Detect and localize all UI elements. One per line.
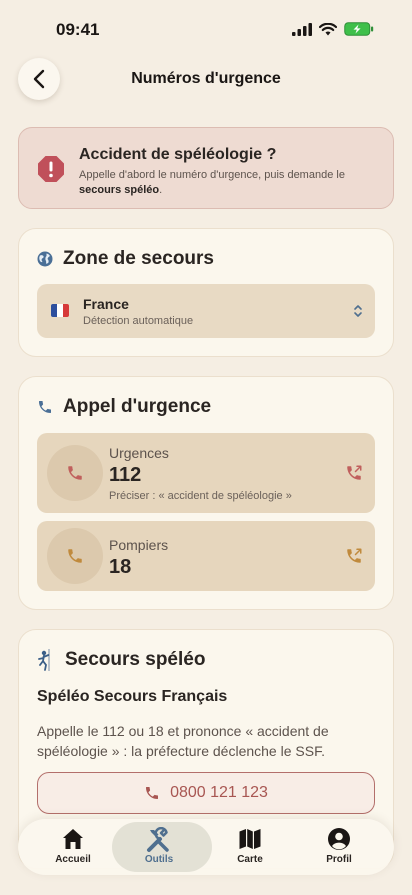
- chevron-up-down-icon: [354, 305, 362, 317]
- wifi-icon: [319, 22, 337, 35]
- call-pompiers-number: 18: [109, 556, 132, 578]
- phone-outgoing-icon: [347, 548, 362, 563]
- rescue-zone-card: Zone de secours France Détection automat…: [18, 228, 394, 357]
- home-icon: [63, 829, 83, 849]
- rescue-zone-title: Zone de secours: [63, 248, 214, 269]
- phone-outgoing-icon: [347, 465, 362, 480]
- tab-carte-label: Carte: [237, 854, 263, 865]
- page-title: Numéros d'urgence: [131, 70, 281, 87]
- status-icons: [292, 22, 374, 36]
- tab-accueil[interactable]: Accueil: [26, 819, 120, 875]
- emergency-call-title-row: Appel d'urgence: [37, 396, 211, 418]
- caving-rescue-title-row: Secours spéléo: [37, 649, 205, 671]
- alert-text-bold: secours spéléo: [79, 184, 160, 196]
- status-time: 09:41: [56, 20, 100, 39]
- header: Numéros d'urgence: [0, 56, 412, 102]
- emergency-call-card: Appel d'urgence Urgences 112 Préciser : …: [18, 376, 394, 610]
- phone-icon: [68, 466, 82, 480]
- globe-icon: [37, 251, 53, 267]
- phone-icon: [146, 787, 159, 799]
- call-pompiers-circle: [47, 528, 103, 584]
- call-urgences-button[interactable]: Urgences 112 Préciser : « accident de sp…: [37, 433, 375, 513]
- alert-text-suffix: .: [159, 184, 163, 196]
- call-urgences-note: Préciser : « accident de spéléologie »: [109, 490, 292, 502]
- selected-country: France: [83, 296, 129, 312]
- profile-icon: [328, 828, 350, 850]
- alert-text: Appelle d'abord le numéro d'urgence, pui…: [79, 168, 379, 198]
- tab-accueil-label: Accueil: [55, 854, 91, 865]
- call-pompiers-label: Pompiers: [109, 537, 169, 553]
- caving-rescue-phone-button[interactable]: 0800 121 123: [37, 772, 375, 814]
- call-pompiers-button[interactable]: Pompiers 18: [37, 521, 375, 591]
- call-urgences-label: Urgences: [109, 445, 169, 461]
- status-bar: 09:41: [0, 0, 412, 56]
- detection-mode: Détection automatique: [83, 315, 194, 327]
- tab-profil-label: Profil: [326, 854, 352, 865]
- caving-rescue-title: Secours spéléo: [65, 649, 206, 670]
- tab-carte[interactable]: Carte: [203, 819, 297, 875]
- caving-accident-alert: Accident de spéléologie ? Appelle d'abor…: [18, 127, 394, 209]
- alert-title: Accident de spéléologie ?: [79, 146, 277, 163]
- emergency-call-title: Appel d'urgence: [63, 396, 212, 417]
- tab-profil[interactable]: Profil: [292, 819, 386, 875]
- climber-icon: [38, 649, 50, 671]
- battery-icon: [344, 22, 374, 36]
- rescue-zone-title-row: Zone de secours: [37, 248, 214, 270]
- france-flag-icon: [51, 304, 69, 317]
- rescue-description: Appelle le 112 ou 18 et prononce « accid…: [37, 723, 329, 759]
- map-icon: [239, 829, 261, 849]
- bottom-tab-bar: Accueil Outils Carte Profil: [18, 819, 394, 875]
- caving-rescue-phone-number: 0800 121 123: [170, 784, 268, 801]
- alert-text-prefix: Appelle d'abord le numéro d'urgence, pui…: [79, 169, 345, 181]
- signal-icon: [292, 22, 312, 36]
- phone-icon: [68, 549, 82, 563]
- phone-icon: [39, 401, 51, 413]
- rescue-organization: Spéléo Secours Français: [37, 688, 228, 705]
- tab-outils-label: Outils: [144, 854, 174, 865]
- tools-icon: [147, 827, 169, 852]
- tab-outils[interactable]: Outils: [112, 819, 212, 875]
- warning-octagon-icon: [38, 156, 64, 182]
- call-urgences-circle: [47, 445, 103, 501]
- call-urgences-number: 112: [109, 464, 142, 486]
- country-select[interactable]: France Détection automatique: [37, 284, 375, 338]
